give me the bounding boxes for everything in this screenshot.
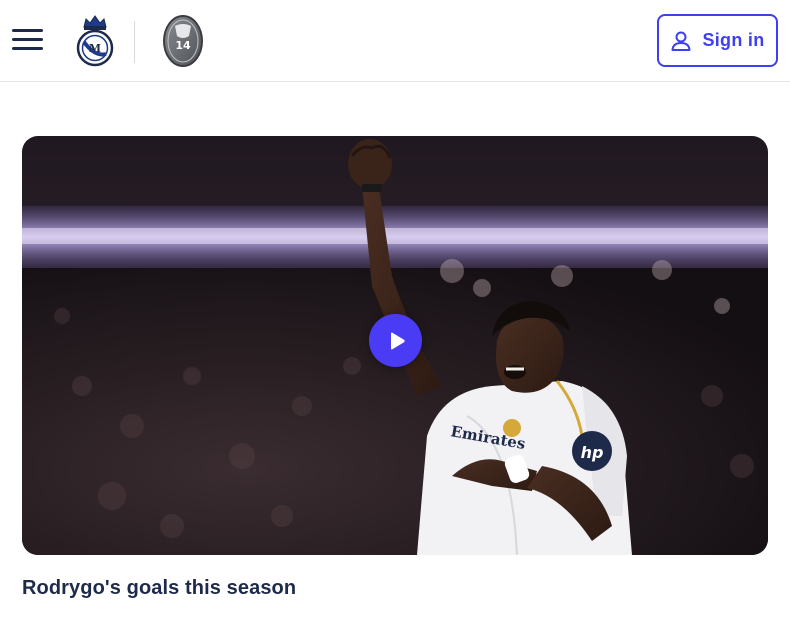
header-divider — [134, 21, 135, 63]
video-caption[interactable]: Rodrygo's goals this season — [22, 577, 296, 600]
svg-text:hp: hp — [581, 443, 604, 462]
user-icon — [671, 31, 691, 51]
real-madrid-crest-icon[interactable]: M — [74, 13, 116, 69]
play-button[interactable] — [369, 314, 422, 367]
svg-text:14: 14 — [175, 39, 191, 52]
svg-text:M: M — [89, 42, 101, 55]
sign-in-button[interactable]: Sign in — [657, 14, 778, 67]
champions-league-14-trophy-icon[interactable]: 14 — [162, 14, 204, 68]
site-header: M 14 Sign in — [0, 0, 790, 82]
video-thumbnail[interactable]: hp Emirates — [22, 136, 768, 555]
hamburger-menu-icon[interactable] — [12, 27, 44, 53]
play-icon — [390, 332, 405, 349]
sign-in-label: Sign in — [702, 30, 765, 50]
